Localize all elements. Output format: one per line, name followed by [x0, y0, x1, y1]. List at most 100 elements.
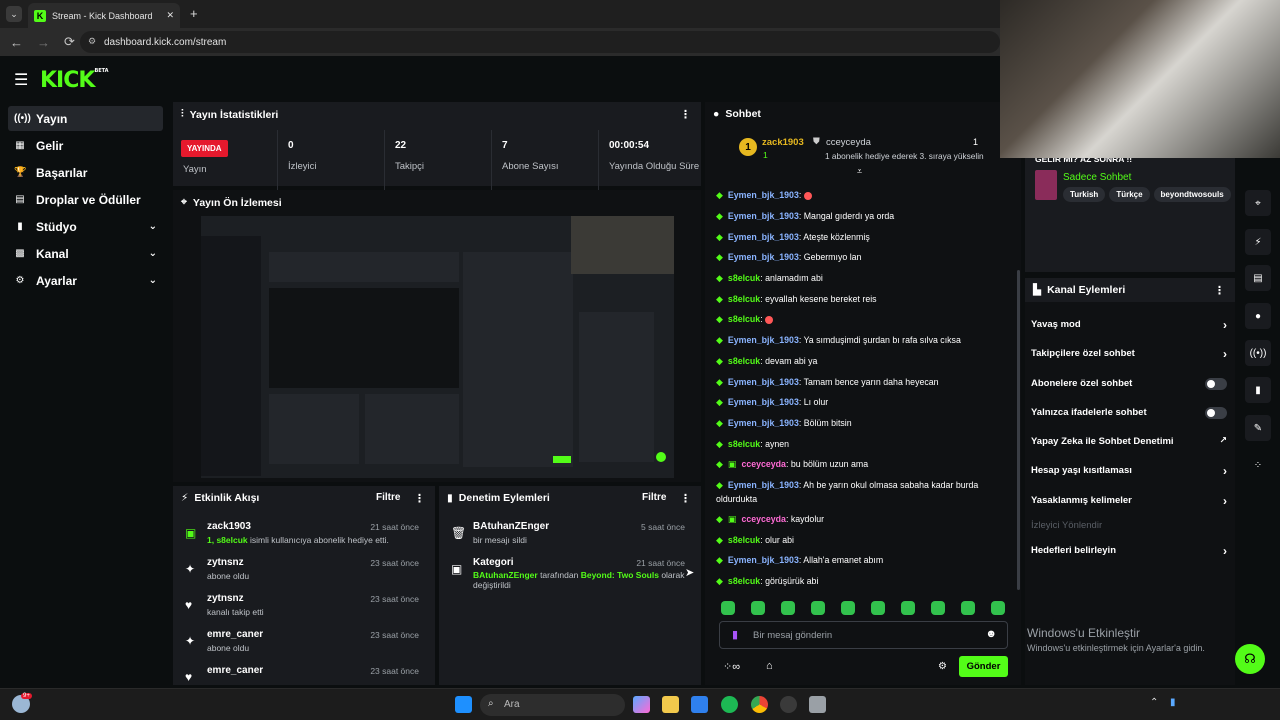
- more-options-icon[interactable]: ⋮: [1214, 284, 1225, 297]
- taskbar-search[interactable]: ⌕ Ara: [480, 694, 625, 716]
- tag[interactable]: Türkçe: [1109, 187, 1150, 202]
- activity-user[interactable]: zytnsnz: [207, 593, 244, 604]
- tag[interactable]: Turkish: [1063, 187, 1106, 202]
- emote-icon[interactable]: [811, 601, 825, 615]
- sidebar-item-yayin[interactable]: ((•)) Yayın: [8, 106, 163, 131]
- emote-icon[interactable]: [931, 601, 945, 615]
- action-goals[interactable]: Hedefleri belirleyin ›: [1031, 544, 1227, 559]
- support-button[interactable]: ☊: [1235, 644, 1265, 674]
- activity-user[interactable]: emre_caner: [207, 629, 263, 640]
- collapse-icon[interactable]: ⩡: [857, 166, 862, 177]
- chevron-down-icon[interactable]: ⌄: [149, 248, 157, 259]
- new-tab-button[interactable]: +: [190, 6, 198, 21]
- moderation-user[interactable]: Kategori: [473, 557, 514, 568]
- action-followers-only[interactable]: Takipçilere özel sohbet ›: [1031, 347, 1227, 362]
- emoji-icon[interactable]: ☻: [985, 628, 997, 640]
- emote-icon[interactable]: [871, 601, 885, 615]
- emotes-only-toggle[interactable]: [1205, 407, 1227, 419]
- action-banned-words[interactable]: Yasaklanmış kelimeler ›: [1031, 494, 1227, 509]
- bolt-icon[interactable]: ⚡: [1245, 229, 1271, 255]
- microphone-icon[interactable]: ▮: [1170, 697, 1176, 708]
- microphone-icon[interactable]: ▮: [732, 628, 738, 641]
- browser-tab-active[interactable]: K Stream - Kick Dashboard ✕: [28, 3, 180, 28]
- chat-username[interactable]: Eymen_bjk_1903: [728, 335, 799, 345]
- chat-username[interactable]: cceyceyda: [741, 514, 786, 524]
- emote-icon[interactable]: [901, 601, 915, 615]
- more-options-icon[interactable]: ⋮: [680, 492, 691, 505]
- chat-username[interactable]: s8elcuk: [728, 535, 760, 545]
- apps-icon[interactable]: ⁘: [1245, 452, 1271, 478]
- chat-username[interactable]: Eymen_bjk_1903: [728, 418, 799, 428]
- chat-username[interactable]: Eymen_bjk_1903: [728, 190, 799, 200]
- sidebar-item-gelir[interactable]: ▦ Gelir: [8, 133, 163, 158]
- back-icon[interactable]: ←: [10, 35, 23, 50]
- emote-icon[interactable]: [781, 601, 795, 615]
- stream-preview-video[interactable]: [201, 216, 674, 478]
- leader-user-1[interactable]: zack1903: [762, 137, 804, 148]
- activity-user[interactable]: emre_caner: [207, 665, 263, 676]
- system-tray-icon[interactable]: ⌃: [1150, 697, 1158, 708]
- chat-username[interactable]: s8elcuk: [728, 314, 760, 324]
- sidebar-item-studyo[interactable]: ▮ Stüdyo ⌄: [8, 214, 163, 239]
- chevron-down-icon[interactable]: ⌄: [149, 275, 157, 286]
- emote-icon[interactable]: [841, 601, 855, 615]
- moderation-icon[interactable]: ▮: [1245, 377, 1271, 403]
- chat-bubble-icon[interactable]: ●: [1245, 303, 1271, 329]
- app-icon[interactable]: [809, 696, 826, 713]
- chat-input[interactable]: ▮ Bir mesaj gönderin ☻: [719, 621, 1008, 649]
- emote-icon[interactable]: [991, 601, 1005, 615]
- action-ai-moderation[interactable]: Yapay Zeka ile Sohbet Denetimi ↗: [1031, 435, 1227, 450]
- obs-icon[interactable]: [780, 696, 797, 713]
- site-info-icon[interactable]: ⚙: [88, 36, 96, 47]
- menu-icon[interactable]: ☰: [14, 70, 28, 90]
- action-slow-mode[interactable]: Yavaş mod ›: [1031, 318, 1227, 333]
- tag[interactable]: beyondtwosouls: [1153, 187, 1231, 202]
- sidebar-item-kanal[interactable]: ▩ Kanal ⌄: [8, 241, 163, 266]
- action-subscribers-only[interactable]: Abonelere özel sohbet: [1031, 378, 1227, 392]
- chrome-icon[interactable]: [751, 696, 768, 713]
- more-options-icon[interactable]: ⋮: [680, 108, 691, 121]
- tab-close-icon[interactable]: ✕: [166, 10, 174, 21]
- action-emotes-only[interactable]: Yalnızca ifadelerle sohbet: [1031, 407, 1227, 421]
- emote-icon[interactable]: [961, 601, 975, 615]
- moderation-actor[interactable]: BAtuhanZEnger: [473, 570, 538, 580]
- more-options-icon[interactable]: ⋮: [414, 492, 425, 505]
- broadcast-icon[interactable]: ((•)): [1245, 340, 1271, 366]
- moderation-target[interactable]: Beyond: Two Souls: [581, 570, 659, 580]
- emote-icon[interactable]: [751, 601, 765, 615]
- store-icon[interactable]: ⌂: [766, 660, 773, 672]
- forward-icon[interactable]: →: [37, 35, 50, 50]
- chat-username[interactable]: Eymen_bjk_1903: [728, 252, 799, 262]
- chat-username[interactable]: Eymen_bjk_1903: [728, 480, 799, 490]
- chat-username[interactable]: s8elcuk: [728, 439, 760, 449]
- spotify-icon[interactable]: [721, 696, 738, 713]
- start-icon[interactable]: [455, 696, 472, 713]
- tab-list-chevron-icon[interactable]: ⌄: [6, 6, 22, 22]
- action-account-age[interactable]: Hesap yaşı kısıtlaması ›: [1031, 464, 1227, 479]
- send-button[interactable]: Gönder: [959, 656, 1008, 677]
- chat-scrollbar[interactable]: [1017, 270, 1020, 590]
- filter-button[interactable]: Filtre: [642, 492, 666, 503]
- activity-user[interactable]: zack1903: [207, 521, 251, 532]
- reload-icon[interactable]: ⟳: [64, 34, 75, 50]
- emote-icon[interactable]: [721, 601, 735, 615]
- points-icon[interactable]: ⁘∞: [723, 660, 740, 673]
- chat-username[interactable]: s8elcuk: [728, 356, 760, 366]
- chat-username[interactable]: Eymen_bjk_1903: [728, 211, 799, 221]
- moderation-user[interactable]: BAtuhanZEnger: [473, 521, 549, 532]
- wrench-icon[interactable]: ✎: [1245, 415, 1271, 441]
- chat-username[interactable]: Eymen_bjk_1903: [728, 555, 799, 565]
- filter-button[interactable]: Filtre: [376, 492, 400, 503]
- sidebar-item-droplar[interactable]: ▤ Droplar ve Ödüller: [8, 187, 163, 212]
- kick-logo[interactable]: KICKBETA: [40, 68, 109, 93]
- activity-highlight[interactable]: 1, s8elcuk: [207, 535, 248, 545]
- chat-username[interactable]: cceyceyda: [741, 459, 786, 469]
- leader-user-2[interactable]: cceyceyda: [826, 137, 871, 148]
- chat-username[interactable]: Eymen_bjk_1903: [728, 397, 799, 407]
- activity-user[interactable]: zytnsnz: [207, 557, 244, 568]
- file-explorer-icon[interactable]: [662, 696, 679, 713]
- expand-icon[interactable]: ⌖: [1245, 190, 1271, 216]
- chat-settings-icon[interactable]: ⚙: [938, 661, 947, 672]
- url-field[interactable]: ⚙ dashboard.kick.com/stream: [80, 31, 1000, 53]
- chat-username[interactable]: Eymen_bjk_1903: [728, 377, 799, 387]
